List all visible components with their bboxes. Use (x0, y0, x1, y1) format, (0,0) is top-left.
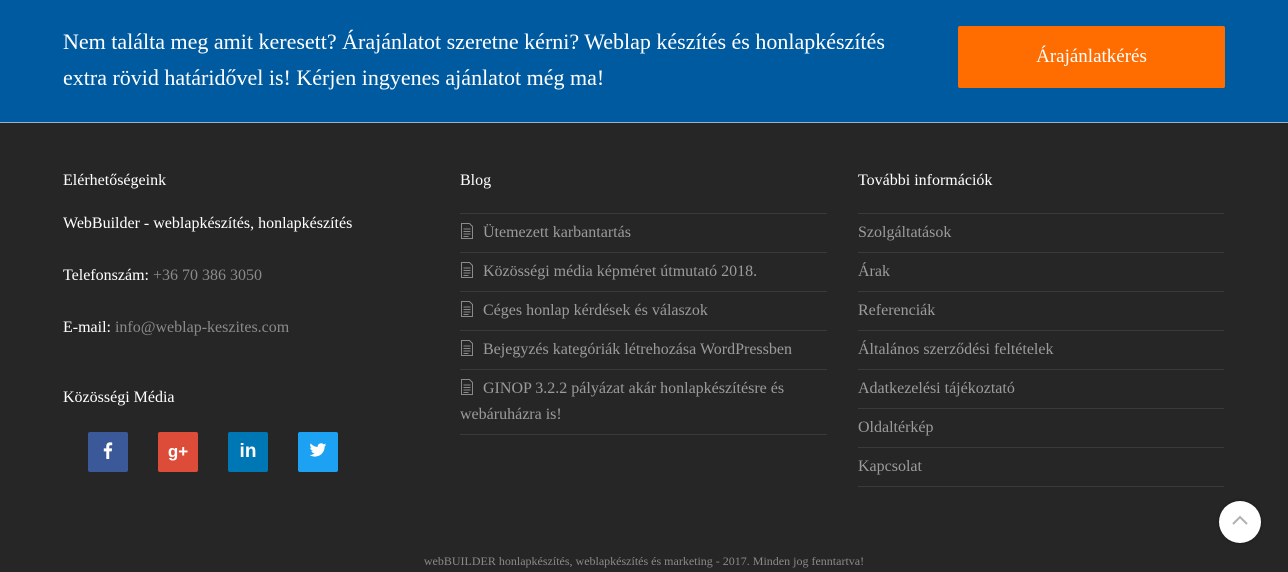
blog-list: Ütemezett karbantartás Közösségi média k… (460, 213, 827, 435)
list-item: Kapcsolat (858, 447, 1224, 487)
facebook-icon (98, 440, 118, 465)
document-icon (460, 378, 474, 395)
info-link-references[interactable]: Referenciák (858, 302, 935, 319)
google-plus-icon: g+ (167, 442, 189, 461)
list-item: Bejegyzés kategóriák létrehozása WordPre… (460, 330, 827, 369)
document-icon (460, 222, 474, 239)
info-link-sitemap[interactable]: Oldaltérkép (858, 419, 934, 436)
blog-post-link[interactable]: Ütemezett karbantartás (483, 224, 631, 241)
list-item: Oldaltérkép (858, 408, 1224, 447)
document-icon (460, 300, 474, 317)
email-line: E-mail: info@weblap-keszites.com (63, 319, 289, 337)
info-link-prices[interactable]: Árak (858, 263, 890, 280)
blog-post-link[interactable]: Közösségi média képméret útmutató 2018. (483, 263, 757, 280)
blog-title: Blog (460, 172, 492, 189)
info-title: További információk (858, 172, 993, 189)
list-item: Ütemezett karbantartás (460, 213, 827, 252)
google-plus-button[interactable]: g+ (158, 432, 198, 472)
linkedin-button[interactable]: in (228, 432, 268, 472)
cta-banner: Nem találta meg amit keresett? Árajánlat… (0, 0, 1288, 123)
list-item: Referenciák (858, 291, 1224, 330)
contact-title: Elérhetőségeink (63, 172, 167, 189)
info-link-terms[interactable]: Általános szerződési feltételek (858, 341, 1053, 358)
blog-post-link[interactable]: GINOP 3.2.2 pályázat akár honlapkészítés… (460, 380, 784, 423)
list-item: Általános szerződési feltételek (858, 330, 1224, 369)
email-label: E-mail: (63, 319, 111, 336)
list-item: Céges honlap kérdések és válaszok (460, 291, 827, 330)
document-icon (460, 261, 474, 278)
list-item: GINOP 3.2.2 pályázat akár honlapkészítés… (460, 369, 827, 435)
social-title: Közösségi Média (63, 389, 175, 406)
blog-post-link[interactable]: Bejegyzés kategóriák létrehozása WordPre… (483, 341, 792, 358)
info-link-privacy[interactable]: Adatkezelési tájékoztató (858, 380, 1015, 397)
linkedin-icon: in (239, 441, 257, 462)
phone-line: Telefonszám: +36 70 386 3050 (63, 267, 262, 285)
copyright-text: webBUILDER honlapkészítés, weblapkészíté… (423, 554, 865, 568)
quote-request-button[interactable]: Árajánlatkérés (958, 26, 1225, 88)
info-link-contact[interactable]: Kapcsolat (858, 458, 922, 475)
twitter-icon (308, 440, 328, 465)
blog-column: Blog Ütemezett karbantartás Közösségi mé… (460, 170, 827, 435)
phone-label: Telefonszám: (63, 267, 149, 284)
facebook-button[interactable] (88, 432, 128, 472)
info-link-services[interactable]: Szolgáltatások (858, 224, 951, 241)
contact-column: Elérhetőségeink WebBuilder - weblapkészí… (63, 170, 352, 472)
document-icon (460, 339, 474, 356)
email-link[interactable]: info@weblap-keszites.com (115, 319, 289, 336)
phone-number[interactable]: +36 70 386 3050 (153, 267, 262, 284)
company-name: WebBuilder - weblapkészítés, honlapkészí… (63, 215, 353, 232)
twitter-button[interactable] (298, 432, 338, 472)
back-to-top-button[interactable] (1219, 501, 1261, 543)
list-item: Árak (858, 252, 1224, 291)
info-column: További információk Szolgáltatások Árak … (858, 170, 1224, 487)
info-list: Szolgáltatások Árak Referenciák Általáno… (858, 213, 1224, 487)
list-item: Szolgáltatások (858, 213, 1224, 252)
cta-text: Nem találta meg amit keresett? Árajánlat… (63, 29, 885, 90)
list-item: Közösségi média képméret útmutató 2018. (460, 252, 827, 291)
chevron-up-icon (1231, 513, 1249, 531)
blog-post-link[interactable]: Céges honlap kérdések és válaszok (483, 302, 708, 319)
list-item: Adatkezelési tájékoztató (858, 369, 1224, 408)
